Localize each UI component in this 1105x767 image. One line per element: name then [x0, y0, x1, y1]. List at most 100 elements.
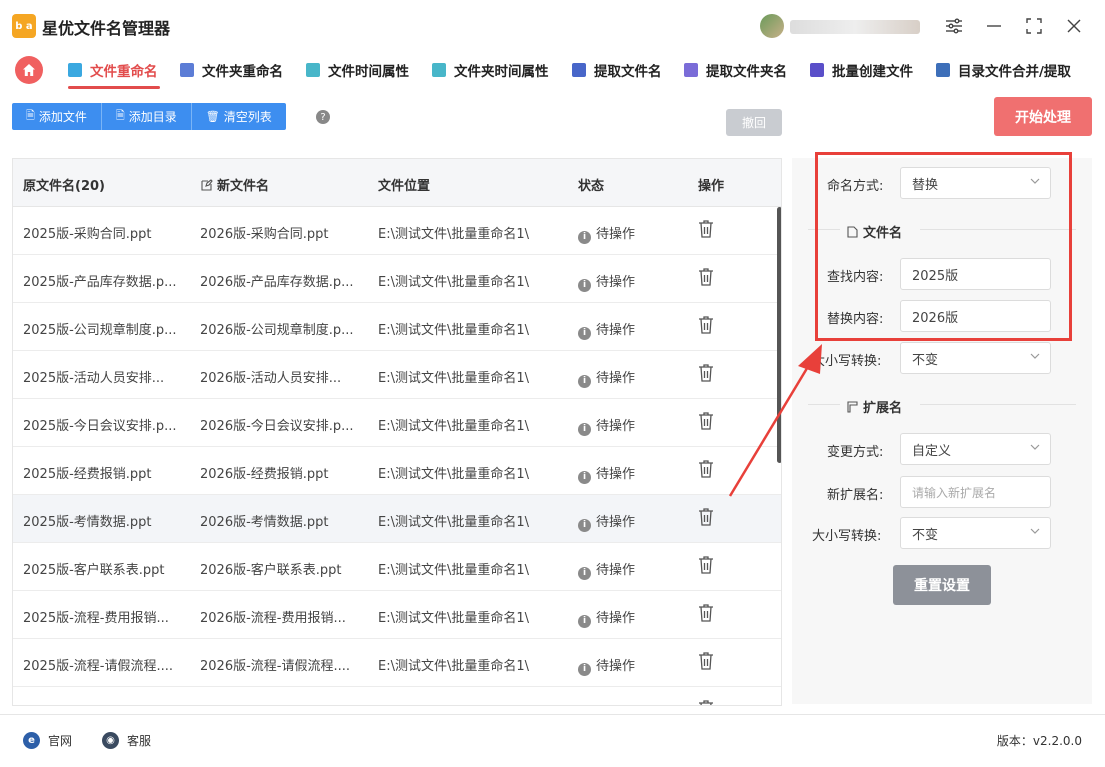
- tab-folder-rename[interactable]: 文件夹重命名: [180, 58, 283, 82]
- column-new-name-label: 新文件名: [217, 179, 270, 194]
- case-value: 不变: [912, 352, 939, 368]
- table-row[interactable]: 2025版-采购合同.ppt 2026版-采购合同.ppt E:\测试文件\批量重命…: [13, 207, 781, 255]
- delete-row-icon[interactable]: [697, 507, 715, 527]
- table-row[interactable]: 2025版-今日会议安排.p... 2026版-今日会议安排.p... E:\测试文…: [13, 399, 781, 447]
- delete-row-icon[interactable]: [697, 219, 715, 239]
- ie-icon: e: [23, 732, 40, 749]
- start-processing-button[interactable]: 开始处理: [994, 97, 1092, 136]
- add-file-button[interactable]: 🗎 添加文件: [12, 103, 102, 130]
- close-icon[interactable]: [1062, 14, 1086, 38]
- nav-bar: 文件重命名 文件夹重命名 文件时间属性 文件夹时间属性 提取文件名 提取文件夹名…: [0, 50, 1105, 90]
- tab-file-rename[interactable]: 文件重命名: [68, 58, 158, 82]
- delete-row-icon[interactable]: [697, 459, 715, 479]
- folder-time-icon: [432, 63, 446, 77]
- original-name-cell: 2025版-经费报销.ppt: [23, 467, 152, 482]
- status-text: 待操作: [596, 611, 636, 626]
- status-text: 待操作: [596, 515, 636, 530]
- help-icon[interactable]: ?: [316, 110, 330, 124]
- add-file-label: 添加文件: [38, 110, 87, 124]
- clear-list-button[interactable]: 🗑 清空列表: [191, 103, 286, 130]
- undo-button[interactable]: 撤回: [726, 109, 782, 136]
- tab-file-time[interactable]: 文件时间属性: [306, 58, 409, 82]
- find-input[interactable]: 2025版: [900, 258, 1051, 290]
- status-cell: i 待操作: [578, 367, 635, 388]
- replace-value: 2026版: [912, 310, 959, 326]
- table-scrollbar[interactable]: [777, 207, 781, 463]
- column-original-name: 原文件名(20): [23, 179, 105, 194]
- delete-row-icon[interactable]: [697, 315, 715, 335]
- new-name-cell: 2026版-流程-请假流程....: [200, 659, 350, 674]
- delete-row-icon[interactable]: [697, 363, 715, 383]
- tab-label: 目录文件合并/提取: [958, 64, 1071, 80]
- chevron-down-icon: [1030, 353, 1040, 359]
- extension-case-select[interactable]: 不变: [900, 517, 1051, 549]
- original-name-cell: 2025版-今日会议安排.p...: [23, 419, 177, 434]
- change-mode-select[interactable]: 自定义: [900, 433, 1051, 465]
- tab-folder-time[interactable]: 文件夹时间属性: [432, 58, 549, 82]
- naming-mode-select[interactable]: 替换: [900, 167, 1051, 199]
- batch-create-icon: [810, 63, 824, 77]
- tab-extract-foldername[interactable]: 提取文件夹名: [684, 58, 787, 82]
- clear-list-label: 清空列表: [223, 110, 272, 124]
- delete-row-icon[interactable]: [697, 555, 715, 575]
- delete-row-icon[interactable]: [697, 411, 715, 431]
- table-row[interactable]: 2025版-活动人员安排... 2026版-活动人员安排... E:\测试文件\批量…: [13, 351, 781, 399]
- status-cell: i 待操作: [578, 511, 635, 532]
- filename-section-title: 文件名: [847, 222, 902, 241]
- merge-extract-icon: [936, 63, 950, 77]
- delete-row-icon[interactable]: [697, 651, 715, 671]
- delete-row-icon[interactable]: [697, 699, 715, 705]
- status-cell: i 待操作: [578, 223, 635, 244]
- home-button[interactable]: [15, 56, 43, 84]
- website-link[interactable]: e 官网: [23, 732, 72, 749]
- chevron-down-icon: [1030, 444, 1040, 450]
- table-row[interactable]: 2025版-考情数据.ppt 2026版-考情数据.ppt E:\测试文件\批量重命…: [13, 495, 781, 543]
- new-extension-label: 新扩展名:: [827, 488, 884, 503]
- support-link[interactable]: ◉ 客服: [102, 732, 151, 749]
- user-account[interactable]: [760, 14, 920, 38]
- replace-input[interactable]: 2026版: [900, 300, 1051, 332]
- location-cell: E:\测试文件\批量重命名1\: [378, 371, 530, 386]
- settings-icon[interactable]: [942, 14, 966, 38]
- new-extension-input[interactable]: 请输入新扩展名: [900, 476, 1051, 508]
- table-row[interactable]: 2025版-公司规章制度.p... 2026版-公司规章制度.p... E:\测试文…: [13, 303, 781, 351]
- delete-row-icon[interactable]: [697, 267, 715, 287]
- document-icon: [847, 226, 858, 238]
- add-directory-label: 添加目录: [128, 110, 177, 124]
- tab-label: 文件时间属性: [328, 64, 409, 80]
- table-row[interactable]: 2025版-产品库存数据.p... 2026版-产品库存数据.p... E:\测试文…: [13, 255, 781, 303]
- original-name-cell: 2025版-采购合同.ppt: [23, 227, 152, 242]
- version-label: 版本：v2.2.0.0: [996, 734, 1082, 748]
- case-select[interactable]: 不变: [900, 342, 1051, 374]
- info-icon: i: [578, 231, 591, 244]
- info-icon: i: [578, 567, 591, 580]
- column-action: 操作: [698, 179, 725, 194]
- minimize-icon[interactable]: [982, 14, 1006, 38]
- original-name-cell: 2025版-产品库存数据.p...: [23, 275, 177, 290]
- tab-batch-create[interactable]: 批量创建文件: [810, 58, 913, 82]
- avatar[interactable]: [760, 14, 784, 38]
- tab-extract-filename[interactable]: 提取文件名: [572, 58, 662, 82]
- maximize-icon[interactable]: [1022, 14, 1046, 38]
- tab-merge-extract[interactable]: 目录文件合并/提取: [936, 58, 1071, 82]
- table-row[interactable]: 2025版-经费报销.ppt 2026版-经费报销.ppt E:\测试文件\批量重命…: [13, 447, 781, 495]
- location-cell: E:\测试文件\批量重命名1\: [378, 275, 530, 290]
- location-cell: E:\测试文件\批量重命名1\: [378, 227, 530, 242]
- delete-row-icon[interactable]: [697, 603, 715, 623]
- new-name-cell: 2026版-今日会议安排.p...: [200, 419, 354, 434]
- info-icon: i: [578, 471, 591, 484]
- chat-icon: ◉: [102, 732, 119, 749]
- table-row[interactable]: 2025版-流程-费用报销... 2026版-流程-费用报销... E:\测试文件\…: [13, 591, 781, 639]
- add-directory-button[interactable]: 🗎 添加目录: [101, 103, 192, 130]
- table-row[interactable]: 2025版-流程-请假流程.... 2026版-流程-请假流程.... E:\测试文…: [13, 639, 781, 687]
- website-label: 官网: [48, 734, 73, 748]
- extension-section-title: 扩展名: [847, 397, 902, 416]
- table-row[interactable]: [13, 687, 781, 705]
- reset-settings-button[interactable]: 重置设置: [893, 565, 991, 605]
- status-text: 待操作: [596, 659, 636, 674]
- location-cell: E:\测试文件\批量重命名1\: [378, 611, 530, 626]
- original-name-cell: 2025版-流程-请假流程....: [23, 659, 173, 674]
- status-text: 待操作: [596, 563, 636, 578]
- extract-foldername-icon: [684, 63, 698, 77]
- table-row[interactable]: 2025版-客户联系表.ppt 2026版-客户联系表.ppt E:\测试文件\批量…: [13, 543, 781, 591]
